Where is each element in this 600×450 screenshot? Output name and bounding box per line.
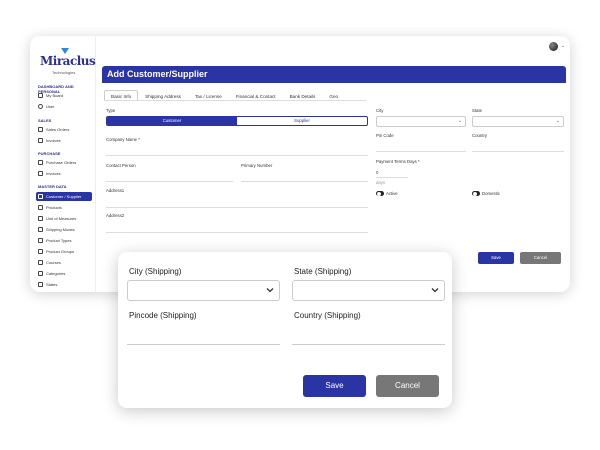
active-label: Active xyxy=(386,191,398,196)
country-shipping-field[interactable] xyxy=(292,344,445,345)
book-icon xyxy=(38,260,43,265)
avatar[interactable] xyxy=(549,42,558,51)
sidebar-item-unit-of-measures[interactable]: Unit of Measures xyxy=(36,214,92,223)
category-icon xyxy=(38,271,43,276)
pincode-field[interactable] xyxy=(376,151,466,152)
page-title: Add Customer/Supplier xyxy=(107,69,208,79)
country-field[interactable] xyxy=(472,151,564,152)
truck-icon xyxy=(38,227,43,232)
sidebar-item-my-board[interactable]: My Board xyxy=(36,91,92,100)
cancel-button[interactable]: Cancel xyxy=(376,375,439,397)
payment-terms-unit: days xyxy=(376,180,386,185)
nav-section-sales: SALES xyxy=(38,118,52,123)
state-select[interactable]: ⌄ xyxy=(472,116,564,127)
primary-number-field[interactable] xyxy=(241,181,368,182)
address2-label: Address2 xyxy=(106,213,125,218)
sidebar-item-user[interactable]: User xyxy=(36,102,92,111)
ruler-icon xyxy=(38,216,43,221)
address1-label: Address1 xyxy=(106,188,125,193)
cart-icon xyxy=(38,127,43,132)
sidebar: Miraclus Technologies DASHBOARD AND PERS… xyxy=(30,36,96,292)
state-shipping-select[interactable] xyxy=(292,280,445,301)
type-supplier-option[interactable]: Supplier xyxy=(237,117,367,125)
country-shipping-label: Country (Shipping) xyxy=(294,311,361,320)
address1-field[interactable] xyxy=(106,207,368,208)
country-label: Country xyxy=(472,133,488,138)
folder-icon xyxy=(38,249,43,254)
domestic-label: Domestic xyxy=(482,191,500,196)
cart-icon xyxy=(38,160,43,165)
sidebar-item-categories[interactable]: Categories xyxy=(36,269,92,278)
sidebar-item-purchase-orders[interactable]: Purchase Orders xyxy=(36,158,92,167)
primary-number-label: Primary Number xyxy=(241,163,273,168)
pincode-shipping-label: Pincode (Shipping) xyxy=(129,311,197,320)
pincode-label: Pin Code xyxy=(376,133,394,138)
chevron-down-icon xyxy=(266,288,274,293)
map-icon xyxy=(38,282,43,287)
logo-text: Miraclus xyxy=(40,54,96,68)
home-icon xyxy=(38,93,43,98)
active-toggle[interactable] xyxy=(376,191,384,196)
city-label: City xyxy=(376,108,384,113)
contact-person-label: Contact Person xyxy=(106,163,136,168)
invoice-icon xyxy=(38,138,43,143)
stage: Miraclus Technologies DASHBOARD AND PERS… xyxy=(0,0,600,450)
type-label: Type xyxy=(106,108,116,113)
domestic-toggle[interactable] xyxy=(472,191,480,196)
shipping-card: City (Shipping) State (Shipping) Pincode… xyxy=(118,252,452,408)
company-name-field[interactable] xyxy=(106,155,368,156)
sidebar-item-sales-orders[interactable]: Sales Orders xyxy=(36,125,92,134)
box-icon xyxy=(38,205,43,210)
type-customer-option[interactable]: Customer xyxy=(107,117,237,125)
payment-terms-underline xyxy=(376,177,408,178)
sidebar-item-states[interactable]: States xyxy=(36,280,92,289)
sidebar-item-customer-supplier[interactable]: Customer / Supplier xyxy=(36,192,92,201)
state-label: State xyxy=(472,108,483,113)
tabs-divider xyxy=(104,100,366,101)
state-shipping-label: State (Shipping) xyxy=(294,267,352,276)
chevron-down-icon[interactable]: ⌄ xyxy=(561,43,565,49)
sidebar-item-product-groups[interactable]: Product Groups xyxy=(36,247,92,256)
sidebar-item-products[interactable]: Products xyxy=(36,203,92,212)
logo: Miraclus Technologies xyxy=(40,48,96,75)
save-button[interactable]: Save xyxy=(478,252,514,264)
sidebar-item-courses[interactable]: Courses xyxy=(36,258,92,267)
nav-section-purchase: PURCHASE xyxy=(38,151,61,156)
save-button[interactable]: Save xyxy=(303,375,366,397)
city-select[interactable]: ⌄ xyxy=(376,116,466,127)
tag-icon xyxy=(38,238,43,243)
type-toggle: Customer Supplier xyxy=(106,116,368,126)
topbar: ⌄ xyxy=(102,36,570,58)
city-shipping-select[interactable] xyxy=(127,280,280,301)
pincode-shipping-field[interactable] xyxy=(127,344,280,345)
page-header: Add Customer/Supplier xyxy=(102,66,566,83)
city-shipping-label: City (Shipping) xyxy=(129,267,182,276)
payment-terms-label: Payment Terms Days * xyxy=(376,159,420,164)
chevron-down-icon xyxy=(431,288,439,293)
company-name-label: Company Name * xyxy=(106,137,140,142)
address2-field[interactable] xyxy=(106,232,368,233)
logo-subtext: Technologies xyxy=(52,70,76,75)
chevron-down-icon: ⌄ xyxy=(457,118,462,124)
people-icon xyxy=(38,194,43,199)
user-icon xyxy=(38,104,43,109)
sidebar-item-sales-invoices[interactable]: Invoices xyxy=(36,136,92,145)
chevron-down-icon: ⌄ xyxy=(555,118,560,124)
nav-section-master-data: MASTER DATA xyxy=(38,184,67,189)
sidebar-item-product-types[interactable]: Product Types xyxy=(36,236,92,245)
cancel-button[interactable]: Cancel xyxy=(520,252,561,264)
invoice-icon xyxy=(38,171,43,176)
payment-terms-input[interactable]: 0 xyxy=(376,170,378,175)
sidebar-item-purchase-invoices[interactable]: Invoices xyxy=(36,169,92,178)
contact-person-field[interactable] xyxy=(106,181,233,182)
sidebar-item-shipping-modes[interactable]: Shipping Modes xyxy=(36,225,92,234)
